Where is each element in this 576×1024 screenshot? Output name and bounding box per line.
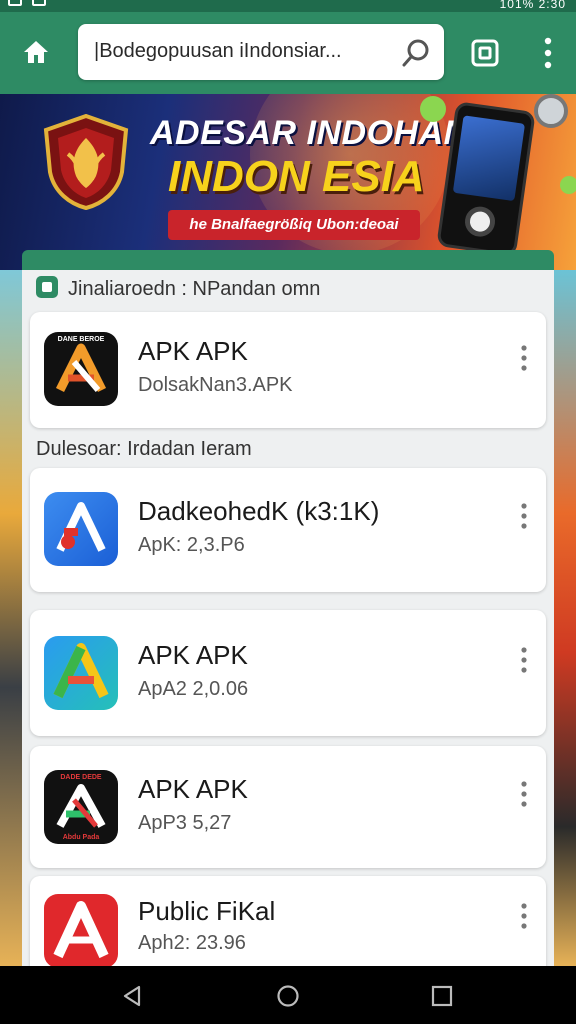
section-title: Jinaliaroedn : NPandan omn <box>68 278 321 300</box>
app-card[interactable]: Public FiKal Aph2: 23.96 <box>30 876 546 966</box>
more-options-icon[interactable] <box>516 344 532 372</box>
search-icon[interactable] <box>400 37 432 69</box>
notification-icon <box>8 0 22 6</box>
decorative-dot <box>420 96 446 122</box>
more-options-icon[interactable] <box>516 780 532 808</box>
home-button[interactable] <box>18 34 54 70</box>
dark-apk-logo-icon: DANE BEROE <box>44 332 118 406</box>
blue-apk-logo-icon <box>44 492 118 566</box>
app-name: APK APK <box>138 336 248 366</box>
app-name: APK APK <box>138 640 248 670</box>
app-meta: DolsakNan3.APK <box>138 374 293 396</box>
browser-toolbar: |Bodegopuusan iIndonsiar... <box>0 12 576 94</box>
system-navigation-bar <box>0 966 576 1024</box>
url-text[interactable]: |Bodegopuusan iIndonsiar... <box>94 40 384 63</box>
section-chip-icon <box>36 276 58 298</box>
status-text: 101% 2:30 <box>499 0 566 11</box>
app-meta: Aph2: 23.96 <box>138 932 246 954</box>
app-card[interactable]: APK APK ApA2 2,0.06 <box>30 610 546 736</box>
background-decoration <box>0 270 24 966</box>
app-meta: ApA2 2,0.06 <box>138 678 249 700</box>
gradient-apk-logo-icon <box>44 636 118 710</box>
tabs-icon[interactable] <box>470 38 500 68</box>
app-name: DadkeohedK (k3:1K) <box>138 496 380 526</box>
banner-title-secondary: INDON ESIA <box>168 152 425 201</box>
banner-subtitle: he Bnalfaegrößiq Ubon:deoai <box>168 210 420 240</box>
dark-apk-logo-icon: DADE DEDE Abdu Pada <box>44 770 118 844</box>
back-icon[interactable] <box>120 984 144 1008</box>
more-options-icon[interactable] <box>516 902 532 930</box>
app-meta: ApK: 2,3.P6 <box>138 534 245 556</box>
app-meta: ApP3 5,27 <box>138 812 232 834</box>
app-list-panel: Jinaliaroedn : NPandan omn DANE BEROE AP… <box>22 250 554 966</box>
notification-icon <box>32 0 46 6</box>
app-card[interactable]: DadkeohedK (k3:1K) ApK: 2,3.P6 <box>30 468 546 592</box>
app-card[interactable]: DANE BEROE APK APK DolsakNan3.APK <box>30 312 546 428</box>
background-decoration <box>552 270 576 966</box>
app-name: APK APK <box>138 774 248 804</box>
home-nav-icon[interactable] <box>276 984 300 1008</box>
red-apk-logo-icon <box>44 894 118 966</box>
home-icon <box>24 41 48 63</box>
decorative-dot <box>534 94 568 128</box>
section-header: Dulesoar: Irdadan Ieram <box>36 438 252 461</box>
app-card[interactable]: DADE DEDE Abdu Pada APK APK ApP3 5,27 <box>30 746 546 868</box>
recents-icon[interactable] <box>430 984 454 1008</box>
status-bar: 101% 2:30 <box>0 0 576 12</box>
more-options-icon[interactable] <box>516 502 532 530</box>
section-header: Jinaliaroedn : NPandan omn <box>36 276 320 301</box>
more-options-icon[interactable] <box>516 646 532 674</box>
section-title: Dulesoar: Irdadan Ieram <box>36 438 252 460</box>
app-name: Public FiKal <box>138 896 276 926</box>
promo-banner[interactable]: ADESAR INDOHAN INDON ESIA he Bnalfaegröß… <box>0 94 576 270</box>
overflow-menu-icon[interactable] <box>534 36 562 70</box>
banner-title: ADESAR INDOHAN <box>150 114 469 152</box>
address-bar[interactable]: |Bodegopuusan iIndonsiar... <box>78 24 444 80</box>
shield-logo-icon <box>43 114 129 210</box>
decorative-dot <box>560 176 576 194</box>
